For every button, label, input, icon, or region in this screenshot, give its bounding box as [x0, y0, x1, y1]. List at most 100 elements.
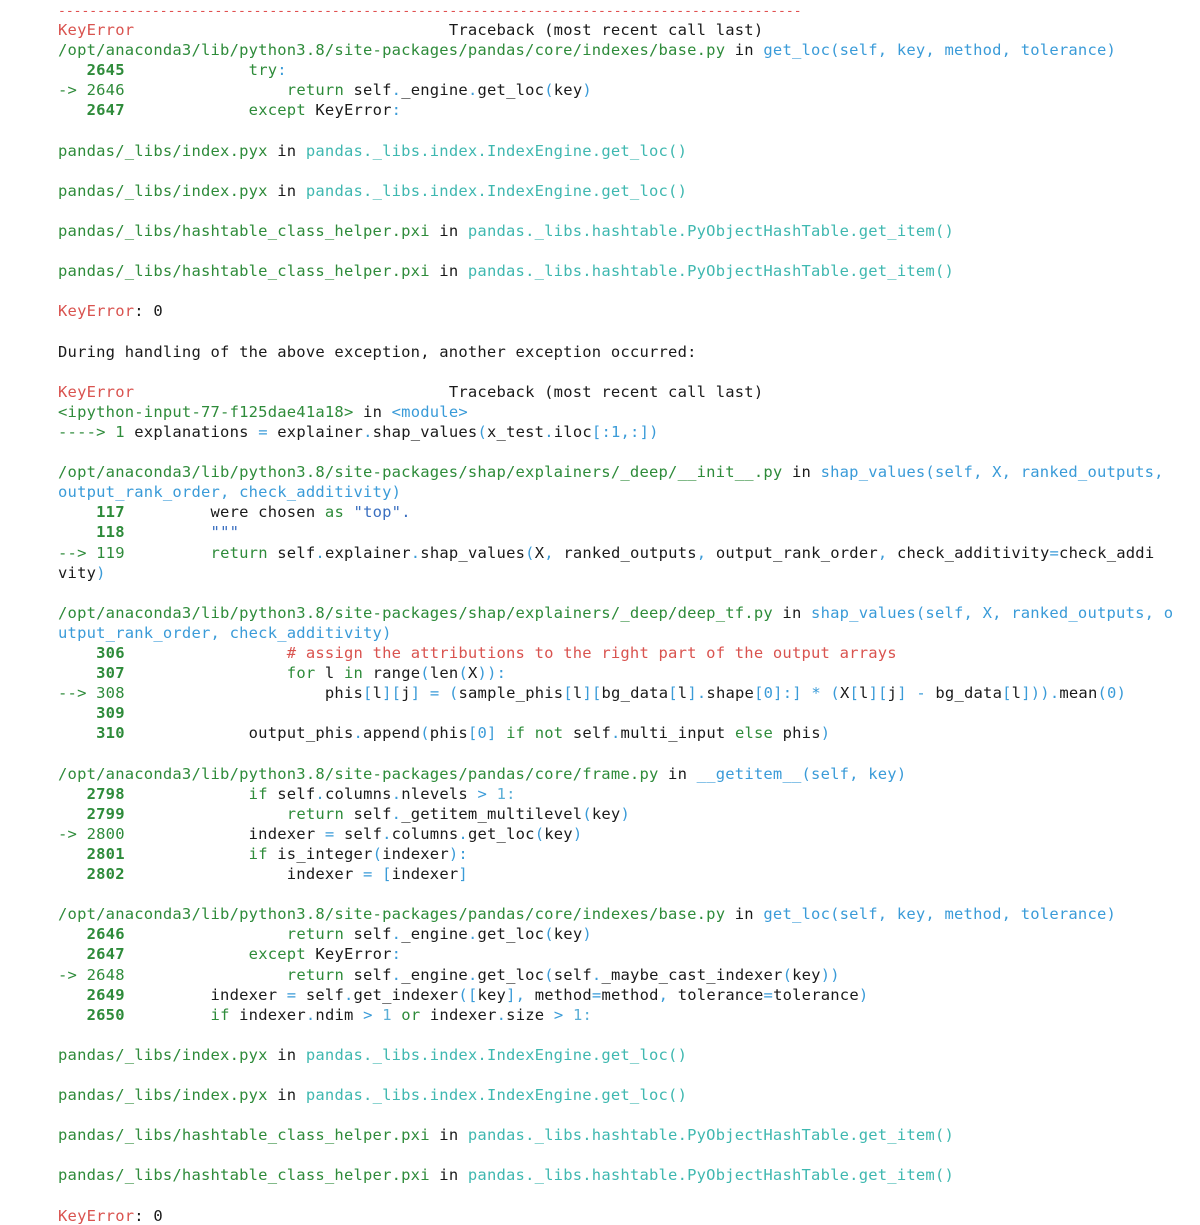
code-token: : 0	[134, 302, 163, 321]
traceback-line	[58, 884, 1200, 904]
code-token: 310	[58, 724, 125, 743]
code-token: [	[363, 684, 373, 703]
code-token: self	[553, 965, 592, 984]
code-token: ))	[820, 965, 840, 984]
code-token: (	[544, 925, 554, 944]
code-token: (	[534, 824, 545, 843]
code-token: in	[353, 402, 392, 421]
code-token: output_rank_order, check_additivity)	[58, 483, 402, 502]
code-token: l	[1011, 684, 1022, 703]
traceback-line	[58, 1025, 1200, 1045]
code-token: in	[725, 41, 764, 60]
code-token: indexer	[229, 1005, 306, 1024]
code-token: .	[315, 784, 325, 803]
code-token: columns	[324, 784, 392, 803]
code-token: [	[1002, 684, 1012, 703]
code-token: 1	[382, 1005, 392, 1024]
code-token: 2646	[58, 925, 125, 944]
code-token: /opt/anaconda3/lib/python3.8/site-packag…	[58, 463, 783, 482]
code-token: get_loc(self, key, method, tolerance)	[763, 905, 1117, 924]
traceback-line: 2801 if is_integer(indexer):	[58, 844, 1200, 864]
code-token: .	[391, 804, 402, 823]
code-token: tolerance	[773, 985, 859, 1004]
code-token: (0)	[1097, 684, 1127, 703]
code-token: :	[391, 945, 402, 964]
code-token: .	[611, 724, 621, 743]
code-token: pandas/_libs/index.pyx	[58, 181, 268, 200]
code-token: pandas._libs.index.IndexEngine.get_loc()	[305, 1086, 688, 1105]
code-token: pandas/_libs/index.pyx	[58, 1045, 268, 1064]
code-token: (	[544, 81, 554, 100]
code-token: =	[1049, 543, 1060, 562]
code-token: 2799	[58, 804, 125, 823]
code-token: "top".	[353, 503, 411, 522]
code-token: ][	[868, 684, 888, 703]
traceback-line: 2650 if indexer.ndim > 1 or indexer.size…	[58, 1005, 1200, 1025]
code-token: (	[544, 965, 554, 984]
code-token: /opt/anaconda3/lib/python3.8/site-packag…	[58, 764, 659, 783]
traceback-line: KeyError: 0	[58, 301, 1200, 321]
code-token: shap_values(self, X, ranked_outputs,	[820, 463, 1164, 482]
traceback-line: pandas/_libs/index.pyx in pandas._libs.i…	[58, 141, 1200, 161]
code-token: in	[267, 1045, 306, 1064]
code-token: indexer	[391, 865, 459, 884]
code-token: if	[506, 724, 526, 743]
code-token: .	[458, 824, 468, 843]
code-token: in	[658, 764, 697, 783]
traceback-line	[58, 1186, 1200, 1206]
code-token: ]	[897, 684, 907, 703]
traceback-line: utput_rank_order, check_additivity)	[58, 623, 1200, 643]
code-token: =	[258, 422, 268, 441]
code-token: indexer	[124, 824, 325, 843]
code-token: .	[391, 925, 402, 944]
traceback-line: 2802 indexer = [indexer]	[58, 864, 1200, 884]
code-token: KeyError	[58, 1206, 135, 1225]
code-token: return	[210, 543, 268, 562]
code-token: ,	[544, 543, 554, 562]
traceback-line: --> 308 phis[l][j] = (sample_phis[l][bg_…	[58, 683, 1200, 703]
code-token: vity	[58, 563, 97, 582]
code-token: -> 2648	[58, 965, 125, 984]
code-token: explainer	[267, 422, 364, 441]
code-token: indexer	[124, 865, 364, 884]
code-token: key	[553, 925, 583, 944]
code-token: 117	[58, 503, 125, 522]
code-token: )	[820, 724, 831, 743]
code-token: utput_rank_order, check_additivity)	[58, 623, 392, 642]
code-token: range	[363, 664, 421, 683]
traceback-line: 118 """	[58, 522, 1200, 542]
code-token: key	[544, 824, 573, 843]
code-token: ):	[448, 844, 468, 863]
code-token: Traceback (most recent call last)	[134, 382, 764, 401]
code-token: in	[429, 222, 468, 241]
code-token: in	[429, 1126, 468, 1145]
code-token: ],	[506, 985, 526, 1004]
traceback-line: KeyError Traceback (most recent call las…	[58, 382, 1200, 402]
traceback-output: ----------------------------------------…	[58, 0, 1200, 1225]
traceback-line: -> 2646 return self._engine.get_loc(key)	[58, 80, 1200, 100]
code-token: ranked_outputs	[553, 543, 697, 562]
code-token: *	[811, 684, 821, 703]
traceback-line: ----------------------------------------…	[58, 0, 1200, 20]
code-token: ][	[382, 684, 402, 703]
traceback-line: /opt/anaconda3/lib/python3.8/site-packag…	[58, 764, 1200, 784]
code-token: =	[363, 865, 373, 884]
code-token: .	[353, 724, 364, 743]
code-token: pandas/_libs/index.pyx	[58, 141, 268, 160]
code-token: _getitem_multilevel	[401, 804, 583, 823]
traceback-line: /opt/anaconda3/lib/python3.8/site-packag…	[58, 904, 1200, 924]
code-token: (	[458, 664, 468, 683]
code-token: l	[677, 684, 688, 703]
traceback-line: pandas/_libs/hashtable_class_helper.pxi …	[58, 221, 1200, 241]
code-token: [:1,:])	[591, 422, 659, 441]
code-token: if	[210, 1005, 230, 1024]
code-token: were chosen	[124, 503, 325, 522]
